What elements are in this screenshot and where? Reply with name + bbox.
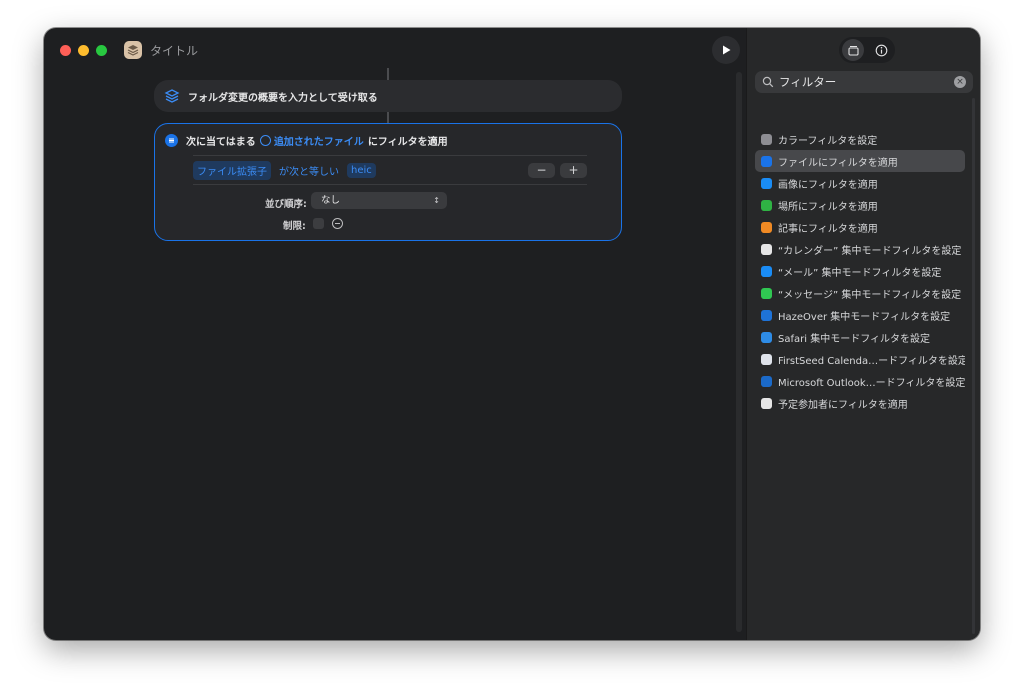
- action-library-tab[interactable]: [842, 39, 864, 61]
- action-filter-files[interactable]: 次に当てはまる 追加されたファイル にフィルタを適用 ファイル拡張子 が次と等し…: [154, 123, 622, 241]
- result-item[interactable]: “カレンダー” 集中モードフィルタを設定: [755, 238, 965, 260]
- add-condition-button[interactable]: +: [560, 163, 587, 178]
- zoom-window-button[interactable]: [96, 45, 107, 56]
- window-title[interactable]: タイトル: [150, 42, 198, 59]
- play-icon: [723, 45, 731, 55]
- limit-remove-icon[interactable]: [332, 218, 343, 229]
- result-label: “カレンダー” 集中モードフィルタを設定: [778, 245, 962, 257]
- shortcut-icon[interactable]: [124, 41, 142, 59]
- action-icon: [761, 375, 772, 387]
- condition-value[interactable]: heic: [347, 163, 376, 178]
- condition-operator[interactable]: が次と等しい: [275, 161, 343, 180]
- library-icon: [847, 45, 859, 56]
- shortcuts-window: タイトル フォルダ変更の概要を入力として受け取る 次に当てはまる 追加されたファ…: [44, 28, 980, 640]
- stack-icon: [164, 89, 180, 103]
- result-item[interactable]: 予定参加者にフィルタを適用: [755, 392, 965, 414]
- action-icon: [761, 177, 772, 189]
- action-icon: [761, 155, 772, 167]
- result-item[interactable]: FirstSeed Calenda…ードフィルタを設定: [755, 348, 965, 370]
- search-input[interactable]: フィルター: [779, 74, 836, 90]
- close-window-button[interactable]: [60, 45, 71, 56]
- action-prefix: 次に当てはまる: [186, 137, 256, 148]
- result-item[interactable]: HazeOver 集中モードフィルタを設定: [755, 304, 965, 326]
- action-icon: [761, 397, 772, 409]
- result-label: 記事にフィルタを適用: [778, 223, 878, 235]
- remove-condition-button[interactable]: −: [528, 163, 555, 178]
- action-icon: [761, 287, 772, 299]
- result-label: 場所にフィルタを適用: [778, 201, 878, 213]
- result-item[interactable]: Safari 集中モードフィルタを設定: [755, 326, 965, 348]
- result-label: “メッセージ” 集中モードフィルタを設定: [778, 289, 962, 301]
- result-item[interactable]: Microsoft Outlook…ードフィルタを設定: [755, 370, 965, 392]
- flow-connector: [387, 112, 389, 123]
- action-search-field[interactable]: フィルター ×: [755, 71, 973, 93]
- sidebar-scrollbar[interactable]: [972, 98, 975, 634]
- sort-order-value: なし: [321, 195, 341, 206]
- action-label: フォルダ変更の概要を入力として受け取る: [188, 92, 378, 104]
- result-label: 画像にフィルタを適用: [778, 179, 878, 191]
- result-label: 予定参加者にフィルタを適用: [778, 399, 908, 411]
- result-item[interactable]: カラーフィルタを設定: [755, 128, 965, 150]
- up-down-chevron-icon: ↕: [433, 196, 440, 205]
- result-item[interactable]: 記事にフィルタを適用: [755, 216, 965, 238]
- details-tab[interactable]: [870, 39, 892, 61]
- limit-label: 制限:: [283, 221, 306, 232]
- result-item[interactable]: “メッセージ” 集中モードフィルタを設定: [755, 282, 965, 304]
- flow-connector: [387, 68, 389, 80]
- clear-search-icon[interactable]: ×: [954, 76, 966, 88]
- info-icon: [875, 44, 887, 56]
- run-button[interactable]: [712, 36, 740, 64]
- gear-icon: [259, 135, 271, 146]
- result-label: Microsoft Outlook…ードフィルタを設定: [778, 377, 965, 389]
- divider: [193, 184, 587, 185]
- action-suffix: にフィルタを適用: [367, 137, 448, 148]
- result-label: HazeOver 集中モードフィルタを設定: [778, 311, 951, 323]
- result-item[interactable]: 場所にフィルタを適用: [755, 194, 965, 216]
- result-label: FirstSeed Calenda…ードフィルタを設定: [778, 355, 965, 367]
- action-icon: [761, 353, 772, 365]
- result-item[interactable]: ファイルにフィルタを適用: [755, 150, 965, 172]
- condition-field[interactable]: ファイル拡張子: [193, 161, 271, 180]
- action-icon: [761, 309, 772, 321]
- action-icon: [761, 265, 772, 277]
- result-item[interactable]: 画像にフィルタを適用: [755, 172, 965, 194]
- action-library-sidebar: フィルター × カラーフィルタを設定ファイルにフィルタを適用 画像にフィルタを適用…: [746, 28, 980, 640]
- layers-icon: [127, 45, 139, 56]
- result-label: カラーフィルタを設定: [778, 135, 878, 147]
- action-icon: [761, 243, 772, 255]
- result-label: “メール” 集中モードフィルタを設定: [778, 267, 942, 279]
- action-header: 次に当てはまる 追加されたファイル にフィルタを適用: [165, 133, 448, 148]
- editor-scrollbar[interactable]: [736, 72, 742, 632]
- search-icon: [762, 76, 774, 88]
- action-icon: [761, 133, 772, 145]
- search-results-list: カラーフィルタを設定ファイルにフィルタを適用 画像にフィルタを適用 場所にフィルタを…: [755, 128, 965, 414]
- minimize-window-button[interactable]: [78, 45, 89, 56]
- limit-checkbox[interactable]: [313, 218, 324, 229]
- result-item[interactable]: “メール” 集中モードフィルタを設定: [755, 260, 965, 282]
- divider: [193, 155, 587, 156]
- action-folder-changes[interactable]: フォルダ変更の概要を入力として受け取る: [154, 80, 622, 112]
- filter-condition: ファイル拡張子 が次と等しい heic: [193, 161, 380, 180]
- result-label: Safari 集中モードフィルタを設定: [778, 333, 930, 345]
- sort-order-select[interactable]: なし ↕: [311, 192, 447, 209]
- sort-order-label: 並び順序:: [265, 199, 307, 210]
- added-files-variable[interactable]: 追加されたファイル: [259, 133, 364, 148]
- filter-list-icon: [165, 134, 178, 147]
- result-label: ファイルにフィルタを適用: [778, 157, 898, 169]
- action-icon: [761, 221, 772, 233]
- action-icon: [761, 199, 772, 211]
- action-icon: [761, 331, 772, 343]
- sidebar-segmented-control: [839, 37, 895, 63]
